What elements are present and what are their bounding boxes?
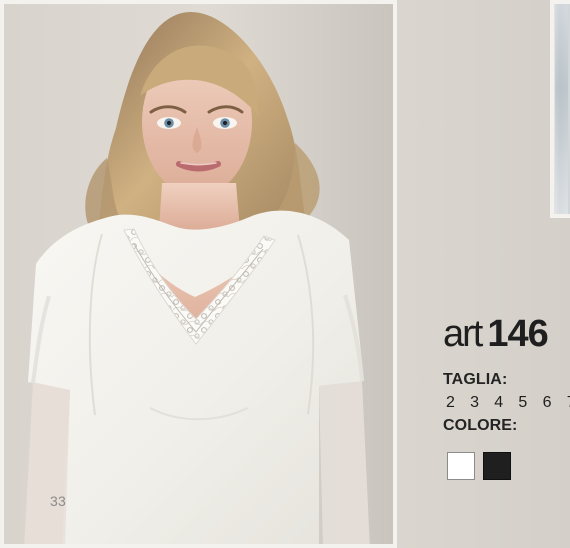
partial-adjacent-photo [550,0,570,218]
product-photo-frame: 33 [0,0,397,548]
article-title: art 146 [443,308,570,360]
black-swatch [483,452,511,480]
model-photo-illustration [4,4,393,544]
color-label: COLORE: [443,417,518,434]
page-number: 33 [50,493,66,509]
product-info-panel: art 146 TAGLIA: 2 3 4 5 6 7 COLORE: [443,308,570,480]
catalog-page: 33 art 146 TAGLIA: 2 3 4 5 6 7 COLORE: [0,0,570,548]
size-label: TAGLIA: [443,371,508,388]
size-list: 2 3 4 5 6 7 [446,394,570,411]
article-label: art [443,313,483,355]
color-swatches [447,452,521,484]
white-swatch [447,452,475,480]
article-number: 146 [487,313,548,355]
